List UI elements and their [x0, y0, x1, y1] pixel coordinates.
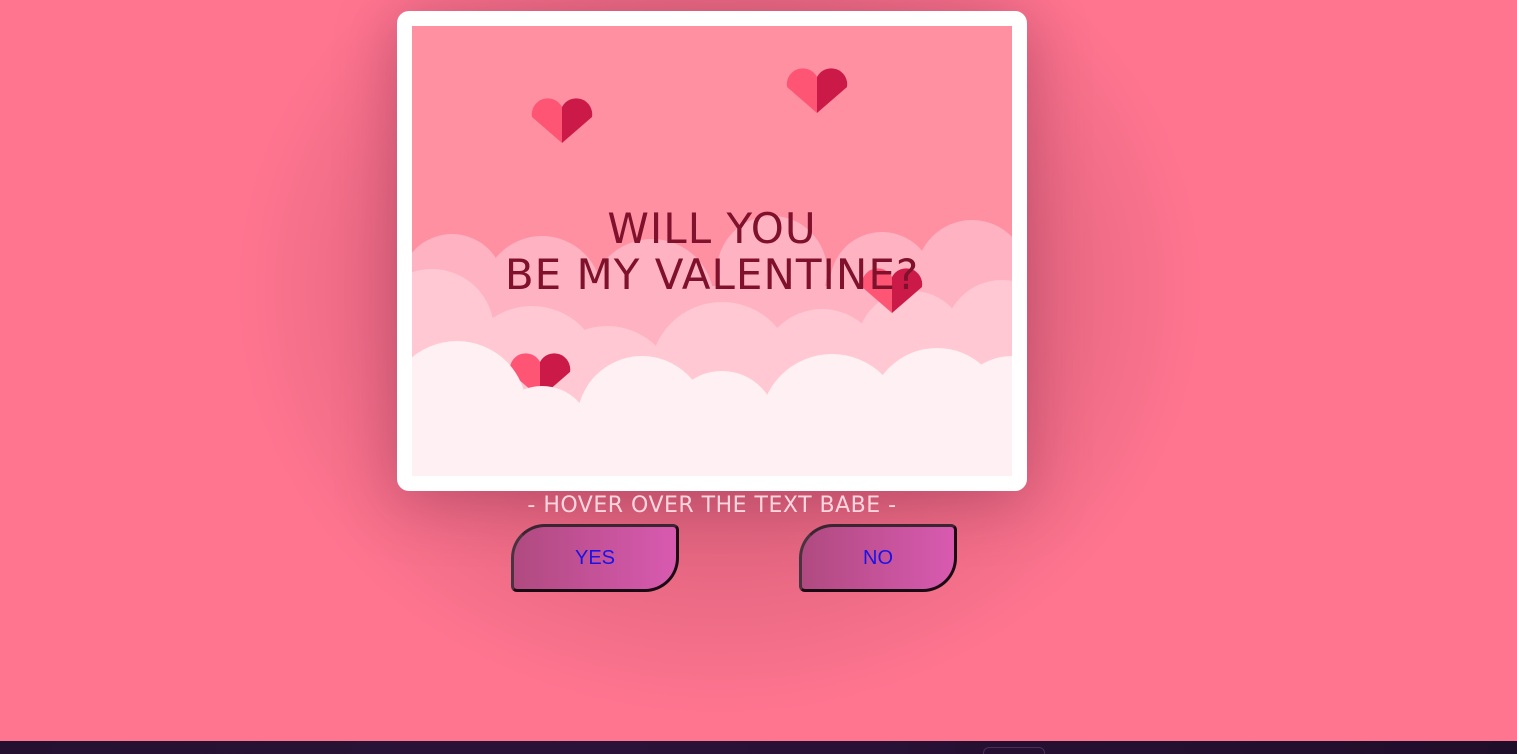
taskbar-tab[interactable] [983, 747, 1045, 754]
hover-hint: - HOVER OVER THE TEXT BABE - [527, 493, 897, 518]
heart-icon [786, 68, 848, 113]
taskbar-strip [0, 741, 1517, 754]
yes-button[interactable]: YES [511, 524, 679, 592]
question-line-2: BE MY VALENTINE? [504, 250, 920, 299]
valentine-question: WILL YOU BE MY VALENTINE? [412, 206, 1012, 298]
no-button[interactable]: NO [799, 524, 957, 592]
heart-icon [531, 98, 593, 143]
valentine-scene: WILL YOU BE MY VALENTINE? [412, 26, 1012, 476]
valentine-card: WILL YOU BE MY VALENTINE? [397, 11, 1027, 491]
question-line-1: WILL YOU [607, 204, 817, 253]
